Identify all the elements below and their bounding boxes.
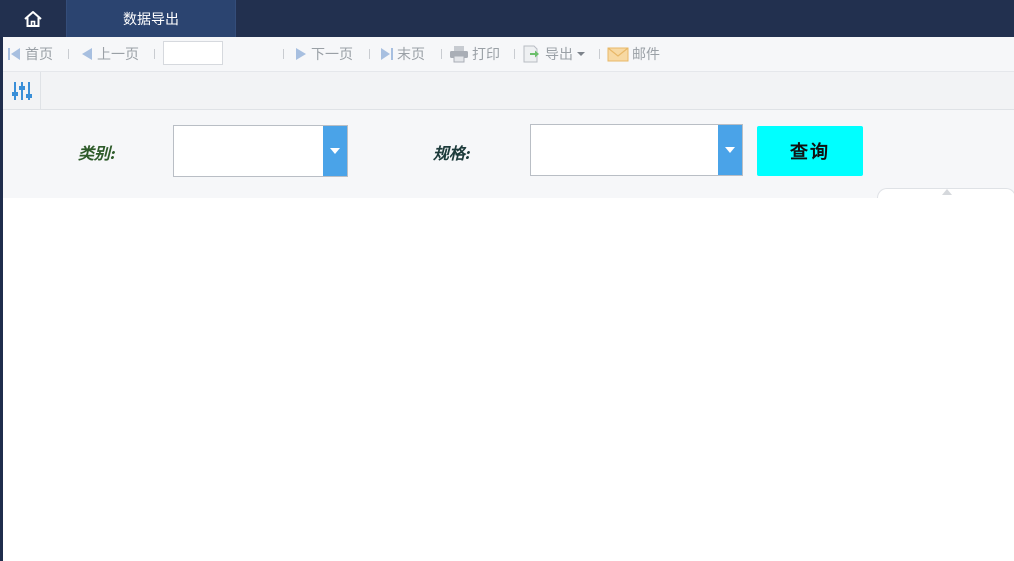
export-label: 导出 — [545, 47, 573, 63]
chevron-down-icon — [725, 147, 735, 153]
export-icon — [523, 45, 539, 63]
mail-label: 邮件 — [632, 47, 660, 63]
sliders-icon — [11, 81, 32, 100]
prev-page-icon — [82, 48, 92, 60]
spec-label: 规格: — [433, 144, 471, 163]
category-select[interactable] — [173, 125, 348, 177]
next-page-button[interactable]: 下一页 — [294, 37, 353, 71]
last-page-icon — [381, 48, 393, 60]
query-button[interactable]: 查询 — [757, 126, 863, 176]
export-button[interactable]: 导出 — [522, 37, 586, 71]
first-page-icon — [8, 48, 20, 60]
category-dropdown-button[interactable] — [323, 126, 347, 176]
toolbar-separator — [599, 49, 600, 59]
category-label: 类别: — [78, 144, 116, 163]
toolbar-separator — [514, 49, 515, 59]
top-bar: 数据导出 — [0, 0, 1014, 37]
tab-data-export[interactable]: 数据导出 — [66, 0, 236, 37]
print-label: 打印 — [472, 47, 500, 63]
next-page-icon — [296, 48, 306, 60]
query-panel: 类别: 规格: 查询 — [3, 110, 1014, 198]
first-page-button[interactable]: 首页 — [7, 37, 53, 71]
mail-button[interactable]: 邮件 — [607, 37, 660, 71]
home-button[interactable] — [0, 0, 66, 37]
last-page-button[interactable]: 末页 — [379, 37, 425, 71]
parameter-bar — [3, 72, 1014, 110]
toolbar-separator — [441, 49, 442, 59]
toolbar-separator — [369, 49, 370, 59]
prev-page-button[interactable]: 上一页 — [80, 37, 139, 71]
toolbar-separator — [283, 49, 284, 59]
chevron-down-icon — [330, 148, 340, 154]
prev-page-label: 上一页 — [97, 47, 139, 63]
page-number-input[interactable] — [163, 41, 223, 65]
last-page-label: 末页 — [397, 47, 425, 63]
print-button[interactable]: 打印 — [449, 37, 500, 71]
chevron-up-icon — [942, 189, 952, 195]
home-icon — [24, 10, 42, 27]
chevron-down-icon — [577, 52, 585, 56]
printer-icon — [450, 46, 468, 63]
spec-select[interactable] — [530, 124, 743, 176]
parameter-toggle-button[interactable] — [3, 72, 41, 109]
mail-icon — [607, 47, 629, 62]
next-page-label: 下一页 — [311, 47, 353, 63]
toolbar-separator — [68, 49, 69, 59]
report-content-area — [3, 198, 1014, 561]
spec-dropdown-button[interactable] — [718, 125, 742, 175]
report-toolbar: 首页 上一页 下一页 末页 打印 导出 邮件 — [3, 37, 1014, 72]
first-page-label: 首页 — [25, 47, 53, 63]
toolbar-separator — [154, 49, 155, 59]
tab-label: 数据导出 — [123, 11, 179, 28]
